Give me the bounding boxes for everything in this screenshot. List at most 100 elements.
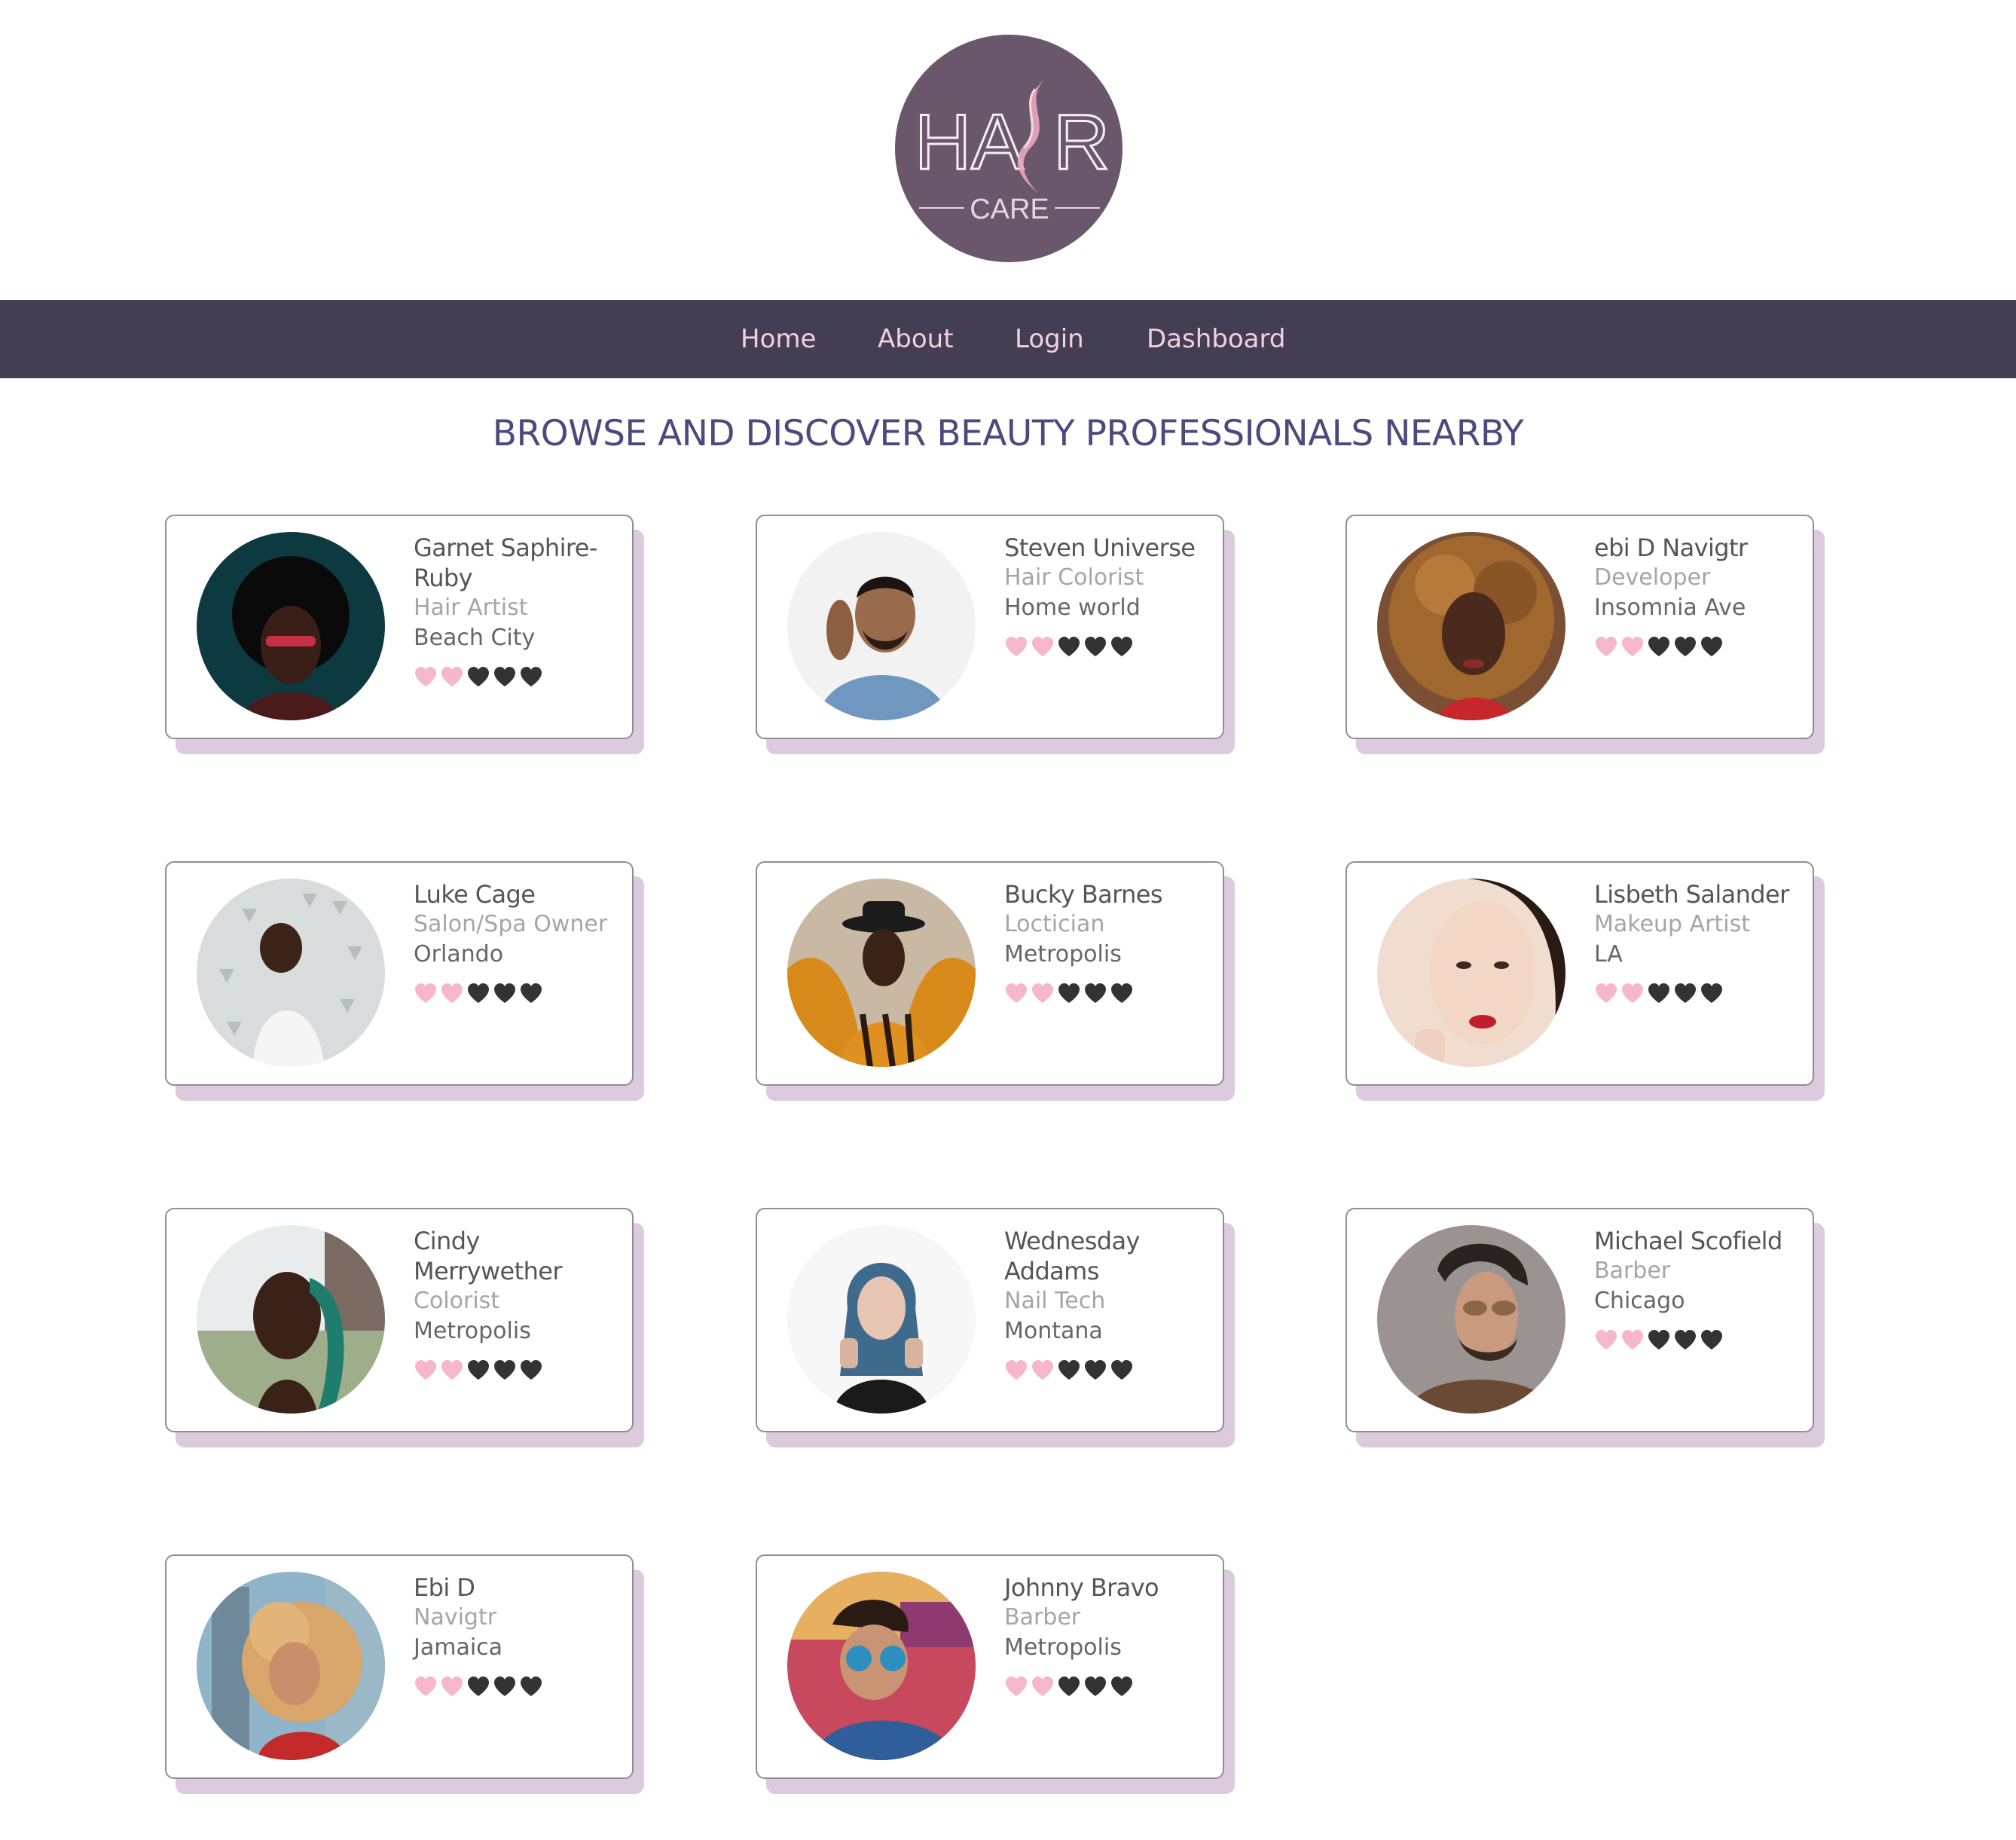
professional-card[interactable]: Cindy Merrywether Colorist Metropolis <box>165 1208 634 1432</box>
rating-hearts <box>1004 635 1223 658</box>
card-info: Wednesday Addams Nail Tech Montana <box>1004 1226 1223 1381</box>
pro-role: Makeup Artist <box>1594 911 1750 937</box>
heart-empty-icon <box>1675 1330 1696 1349</box>
nav-home[interactable]: Home <box>741 300 816 378</box>
card-info: Lisbeth Salander Makeup Artist LA <box>1594 879 1813 1004</box>
heart-empty-icon <box>468 667 489 686</box>
pro-name: Michael Scofield <box>1594 1227 1782 1255</box>
hair-care-logo[interactable]: HA R CARE <box>895 35 1123 262</box>
pro-location: Metropolis <box>414 1318 531 1344</box>
heart-empty-icon <box>1701 983 1722 1003</box>
heart-filled-icon <box>441 983 463 1003</box>
professional-card[interactable]: Garnet Saphire-Ruby Hair Artist Beach Ci… <box>165 515 634 739</box>
card-info: Bucky Barnes Loctician Metropolis <box>1004 879 1223 1004</box>
avatar-photo-woman-red-lips <box>1377 879 1565 1067</box>
heart-filled-icon <box>1596 637 1617 656</box>
heart-empty-icon <box>1111 637 1132 656</box>
rating-hearts <box>414 1675 632 1698</box>
rating-hearts <box>1594 1328 1813 1351</box>
heart-empty-icon <box>494 667 515 686</box>
avatar-photo-man-blue-glasses <box>787 1572 976 1760</box>
heart-empty-icon <box>494 1360 515 1380</box>
pro-role: Hair Colorist <box>1004 564 1144 591</box>
nav-login[interactable]: Login <box>1015 300 1084 378</box>
card-info: Cindy Merrywether Colorist Metropolis <box>414 1226 632 1381</box>
pro-role: Barber <box>1594 1258 1671 1284</box>
rating-hearts <box>1594 635 1813 658</box>
professional-card[interactable]: ebi D Navigtr Developer Insomnia Ave <box>1346 515 1814 739</box>
heart-filled-icon <box>1622 1330 1643 1349</box>
pro-role: Hair Artist <box>414 594 528 621</box>
heart-empty-icon <box>1085 1360 1106 1380</box>
heart-empty-icon <box>1701 637 1722 656</box>
professional-card[interactable]: Ebi D Navigtr Jamaica <box>165 1554 634 1779</box>
heart-empty-icon <box>1058 1360 1080 1380</box>
nav-dashboard[interactable]: Dashboard <box>1147 300 1285 378</box>
professional-card[interactable]: Wednesday Addams Nail Tech Montana <box>756 1208 1224 1432</box>
heart-filled-icon <box>441 1676 463 1696</box>
card-info: Ebi D Navigtr Jamaica <box>414 1573 632 1698</box>
pro-location: Montana <box>1004 1318 1103 1344</box>
heart-empty-icon <box>1648 637 1669 656</box>
page-title: BROWSE AND DISCOVER BEAUTY PROFESSIONALS… <box>492 413 1524 454</box>
heart-empty-icon <box>1648 1330 1669 1349</box>
heart-empty-icon <box>1111 983 1132 1003</box>
professional-card[interactable]: Luke Cage Salon/Spa Owner Orlando <box>165 861 634 1086</box>
logo-text-right: R <box>1053 99 1110 186</box>
heart-empty-icon <box>1085 637 1106 656</box>
professional-card[interactable]: Johnny Bravo Barber Metropolis <box>756 1554 1224 1779</box>
card-info: Luke Cage Salon/Spa Owner Orlando <box>414 879 632 1004</box>
heart-empty-icon <box>468 1676 489 1696</box>
pro-location: Metropolis <box>1004 941 1122 967</box>
heart-empty-icon <box>1058 637 1080 656</box>
rating-hearts <box>414 982 632 1004</box>
avatar-photo-afro-woman <box>197 532 385 720</box>
logo-text-left: HA <box>915 99 1024 186</box>
heart-filled-icon <box>1622 637 1643 656</box>
pro-location: Chicago <box>1594 1288 1685 1314</box>
heart-filled-icon <box>415 1360 436 1380</box>
heart-empty-icon <box>1058 1676 1080 1696</box>
pro-role: Navigtr <box>414 1604 497 1631</box>
pro-location: Insomnia Ave <box>1594 594 1746 621</box>
heart-empty-icon <box>521 667 542 686</box>
pro-location: Jamaica <box>414 1634 503 1661</box>
pro-name: Lisbeth Salander <box>1594 880 1789 909</box>
avatar-photo-curly-woman <box>1377 532 1565 720</box>
avatar-photo-blue-hair-woman <box>787 1225 976 1414</box>
rating-hearts <box>1004 982 1223 1004</box>
main-nav: Home About Login Dashboard <box>0 300 2016 378</box>
rating-hearts <box>1004 1359 1223 1381</box>
heart-filled-icon <box>1596 983 1617 1003</box>
professional-card[interactable]: Steven Universe Hair Colorist Home world <box>756 515 1224 739</box>
pro-name: Wednesday Addams <box>1004 1227 1140 1285</box>
professional-card[interactable]: Lisbeth Salander Makeup Artist LA <box>1346 861 1814 1086</box>
pro-name: Cindy Merrywether <box>414 1227 563 1285</box>
heart-empty-icon <box>521 983 542 1003</box>
pro-name: Johnny Bravo <box>1004 1573 1159 1602</box>
heart-empty-icon <box>494 1676 515 1696</box>
heart-filled-icon <box>1032 637 1053 656</box>
heart-empty-icon <box>494 983 515 1003</box>
pro-name: Bucky Barnes <box>1004 880 1163 909</box>
pro-role: Nail Tech <box>1004 1288 1106 1314</box>
professional-card[interactable]: Michael Scofield Barber Chicago <box>1346 1208 1814 1432</box>
heart-filled-icon <box>1006 983 1027 1003</box>
heart-empty-icon <box>1648 983 1669 1003</box>
heart-empty-icon <box>521 1360 542 1380</box>
pro-name: ebi D Navigtr <box>1594 533 1748 562</box>
pro-location: Beach City <box>414 625 536 651</box>
pro-location: Metropolis <box>1004 1634 1122 1661</box>
heart-filled-icon <box>1032 983 1053 1003</box>
nav-about[interactable]: About <box>878 300 954 378</box>
pro-name: Luke Cage <box>414 880 536 909</box>
card-info: Steven Universe Hair Colorist Home world <box>1004 533 1223 658</box>
heart-filled-icon <box>1006 1360 1027 1380</box>
avatar-photo-braids-woman <box>197 1225 385 1414</box>
professional-card[interactable]: Bucky Barnes Loctician Metropolis <box>756 861 1224 1086</box>
heart-filled-icon <box>1006 637 1027 656</box>
heart-filled-icon <box>415 667 436 686</box>
card-info: Johnny Bravo Barber Metropolis <box>1004 1573 1223 1698</box>
pro-name: Steven Universe <box>1004 533 1196 562</box>
avatar-photo-man-hat <box>787 879 976 1067</box>
